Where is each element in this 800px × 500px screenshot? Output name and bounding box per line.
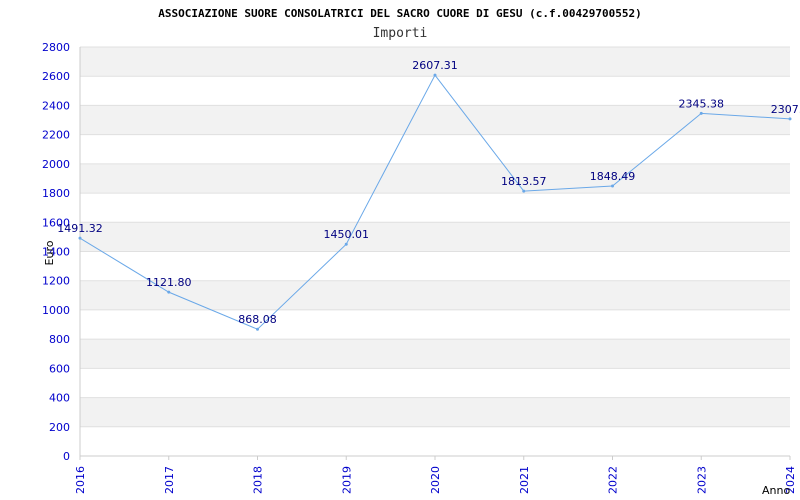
grid-band <box>80 193 790 223</box>
y-tick-label: 600 <box>49 362 70 375</box>
y-tick-label: 0 <box>63 450 70 463</box>
chart-title: ASSOCIAZIONE SUORE CONSOLATRICI DEL SACR… <box>158 7 641 20</box>
data-label: 2307.9 <box>771 103 800 116</box>
data-point <box>699 111 703 115</box>
x-tick-label: 2023 <box>695 466 708 494</box>
x-tick-label: 2019 <box>340 466 353 494</box>
x-tick-label: 2017 <box>163 466 176 494</box>
y-tick-label: 2200 <box>42 129 70 142</box>
y-tick-label: 1800 <box>42 187 70 200</box>
data-label: 1121.80 <box>146 276 192 289</box>
data-label: 2607.31 <box>412 59 458 72</box>
x-tick-label: 2022 <box>607 466 620 494</box>
chart: ASSOCIAZIONE SUORE CONSOLATRICI DEL SACR… <box>42 7 800 497</box>
data-point <box>78 236 82 240</box>
x-axis: 2016 2017 2018 2019 2020 2021 2022 2023 2024 <box>74 455 797 494</box>
data-point <box>344 242 348 246</box>
y-tick-label: 400 <box>49 392 70 405</box>
data-label: 1813.57 <box>501 175 547 188</box>
y-tick-label: 2000 <box>42 158 70 171</box>
y-axis-label: Euro <box>43 240 56 265</box>
y-tick-label: 200 <box>49 421 70 434</box>
x-axis-label: Anno <box>762 484 790 497</box>
grid-band <box>80 163 790 194</box>
y-tick-label: 2600 <box>42 70 70 83</box>
chart-subtitle: Importi <box>373 26 428 41</box>
grid-band <box>80 426 790 456</box>
data-point <box>611 184 614 188</box>
data-label: 868.08 <box>238 313 277 326</box>
grid-band <box>80 134 790 164</box>
data-label: 1848.49 <box>590 170 636 183</box>
grid-band <box>80 222 790 252</box>
grid-band <box>80 339 790 369</box>
data-point <box>433 73 437 77</box>
x-tick-label: 2020 <box>429 466 442 494</box>
data-point <box>167 290 171 294</box>
y-tick-label: 800 <box>49 333 70 346</box>
data-point <box>788 117 792 121</box>
data-label: 1491.32 <box>57 222 103 235</box>
grid-band <box>80 368 790 398</box>
y-tick-label: 1200 <box>42 275 70 288</box>
data-point <box>256 327 259 331</box>
grid-band <box>80 397 790 427</box>
grid-band <box>80 309 790 340</box>
data-point <box>522 189 526 193</box>
y-tick-label: 2800 <box>42 41 70 54</box>
data-label: 2345.38 <box>679 97 725 110</box>
x-tick-label: 2018 <box>252 466 265 494</box>
data-label: 1450.01 <box>324 228 370 241</box>
y-tick-label: 2400 <box>42 99 70 112</box>
x-tick-label: 2021 <box>518 466 531 494</box>
y-tick-label: 1000 <box>42 304 70 317</box>
x-tick-label: 2016 <box>74 466 87 494</box>
